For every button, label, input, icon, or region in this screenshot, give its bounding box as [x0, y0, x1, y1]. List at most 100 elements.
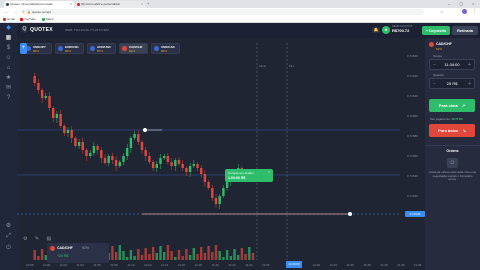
candle-body: [114, 160, 118, 166]
time-tick-label: 11:22: [228, 263, 236, 267]
minus-icon[interactable]: −: [433, 79, 436, 89]
time-tick-label: 11:14: [160, 263, 169, 267]
candle-body: [122, 156, 125, 162]
volume-bar: [222, 257, 225, 260]
logout-icon[interactable]: ⏻: [4, 245, 13, 251]
candle-body: [103, 158, 107, 163]
volume-bar: [118, 245, 121, 260]
price-tick-label: 0.71520: [407, 194, 418, 198]
time-tick-label: 11:20: [211, 263, 219, 267]
volume-bar: [163, 252, 166, 260]
withdraw-button[interactable]: Retirada: [452, 26, 478, 35]
asset-tab-eurusd[interactable]: EUR/USD 92%: [55, 43, 84, 54]
settings-icon[interactable]: ⚙: [4, 223, 13, 229]
bookmark-gmail[interactable]: Gmail: [3, 16, 15, 22]
volume-bar: [225, 250, 229, 260]
window-controls[interactable]: – ▢ ×: [448, 1, 479, 6]
arrow-up-icon: ↗: [461, 103, 466, 108]
price-tick-label: 0.71560: [407, 154, 418, 158]
deposit-button[interactable]: + Depósito: [422, 26, 450, 35]
chat-icon[interactable]: ✉: [4, 85, 13, 91]
minus-icon[interactable]: −: [433, 60, 436, 70]
asset-tab-cadchf[interactable]: CAD/CHF 92%: [119, 43, 148, 54]
candle-body: [100, 150, 103, 158]
chart-tools[interactable]: ⚙ ✎ ▤: [23, 236, 54, 242]
new-tab-button[interactable]: +: [147, 1, 149, 6]
volume-bar: [144, 248, 147, 260]
quotex-logo-icon: Q: [21, 26, 28, 33]
price-tick-label: 0.71540: [407, 174, 418, 178]
volume-bar: [166, 245, 170, 260]
candle-body: [74, 138, 77, 146]
candle-body: [225, 182, 229, 188]
volume-bar: [40, 249, 44, 260]
volume-bar: [33, 250, 36, 260]
browser-tab-active[interactable]: Quotex: Uma plataforma inovad ×: [4, 1, 74, 8]
close-icon[interactable]: ×: [141, 1, 143, 8]
drawing-handle[interactable]: [143, 128, 147, 132]
volume-bar: [129, 250, 133, 260]
candle-body: [77, 142, 81, 146]
time-tick-label: 11:08: [110, 263, 118, 267]
volume-bar: [196, 254, 199, 260]
asset-tab-usdcad[interactable]: USD/CAD 92%: [151, 43, 180, 54]
candle-body: [151, 162, 155, 168]
profile-avatar[interactable]: [462, 9, 467, 14]
time-value: 11:34:00: [444, 62, 460, 67]
time-tick-label: 11:18: [194, 263, 202, 267]
time-tick-label: 11:10: [127, 263, 135, 267]
volume-bar: [229, 256, 232, 260]
url-field[interactable]: 🔒 quotex.com/pt: [24, 9, 424, 15]
fullscreen-icon[interactable]: ⤢: [4, 233, 13, 239]
star-icon[interactable]: ☆: [440, 9, 444, 14]
market-icon[interactable]: ⌂: [4, 65, 13, 71]
avatar[interactable]: ★: [382, 26, 390, 34]
trade-popup[interactable]: Compra em andam. 1.00:00 R$ ×: [225, 169, 273, 182]
plus-icon[interactable]: +: [468, 60, 471, 70]
sell-button[interactable]: Para baixo ↘: [429, 124, 475, 137]
add-asset-button[interactable]: +: [20, 43, 27, 54]
gmail-icon: [3, 17, 6, 21]
arrow-down-icon: ↘: [462, 128, 466, 133]
notifications-icon[interactable]: 🔔: [372, 27, 380, 33]
volume-bar: [137, 249, 140, 260]
price-chart[interactable]: USD/JPY 92% EUR/USD 92% AUD/USD 87% CAD/CHF…: [17, 38, 425, 270]
candle-body: [129, 138, 133, 148]
trade-icon[interactable]: ▦: [4, 35, 13, 41]
candle-body: [140, 142, 144, 150]
help-icon[interactable]: ?: [4, 95, 13, 101]
price-tick-label: 0.71620: [407, 94, 418, 98]
candle-body: [66, 130, 70, 133]
time-tick-label: 11:16: [177, 263, 186, 267]
candle-body: [177, 160, 181, 164]
time-field[interactable]: − 11:34:00 +: [429, 59, 475, 70]
profile-icon[interactable]: ☺: [4, 55, 13, 61]
asset-tab-audusd[interactable]: AUD/USD 87%: [87, 43, 116, 54]
asset-info-card[interactable]: CAD/CHF 92% +25 R$: [47, 243, 109, 263]
close-icon[interactable]: ×: [268, 170, 270, 174]
volume-bar: [218, 251, 221, 260]
account-balance[interactable]: DEMO ACCOUNT R$700.72: [392, 25, 412, 33]
flag-icon: [50, 246, 55, 251]
bookmark-maps[interactable]: Maps: [42, 16, 53, 22]
finance-icon[interactable]: $: [4, 45, 13, 51]
volume-bar: [211, 252, 214, 260]
browser-tab[interactable]: (8) Como abrir e personalizar ×: [75, 1, 145, 8]
candle-body: [59, 114, 62, 126]
plus-icon[interactable]: +: [468, 79, 471, 89]
candle-body: [196, 164, 199, 168]
drawing-handle[interactable]: [348, 212, 352, 216]
close-icon[interactable]: ×: [70, 1, 72, 8]
quotex-favicon-icon: [6, 3, 9, 6]
asset-tab-usdjpy[interactable]: USD/JPY 92%: [23, 43, 52, 54]
candle-body: [81, 142, 84, 150]
volume-bar: [170, 251, 173, 260]
candle-body: [118, 162, 121, 166]
menu-icon[interactable]: ⋮: [472, 8, 477, 14]
buy-button[interactable]: Para cima ↗: [429, 99, 475, 112]
candle-body: [133, 134, 136, 138]
bookmark-youtube[interactable]: YouTube: [20, 16, 36, 22]
achievements-icon[interactable]: ★: [4, 75, 13, 81]
candle-body: [159, 158, 162, 164]
amount-field[interactable]: − 25 R$ +: [429, 78, 475, 89]
